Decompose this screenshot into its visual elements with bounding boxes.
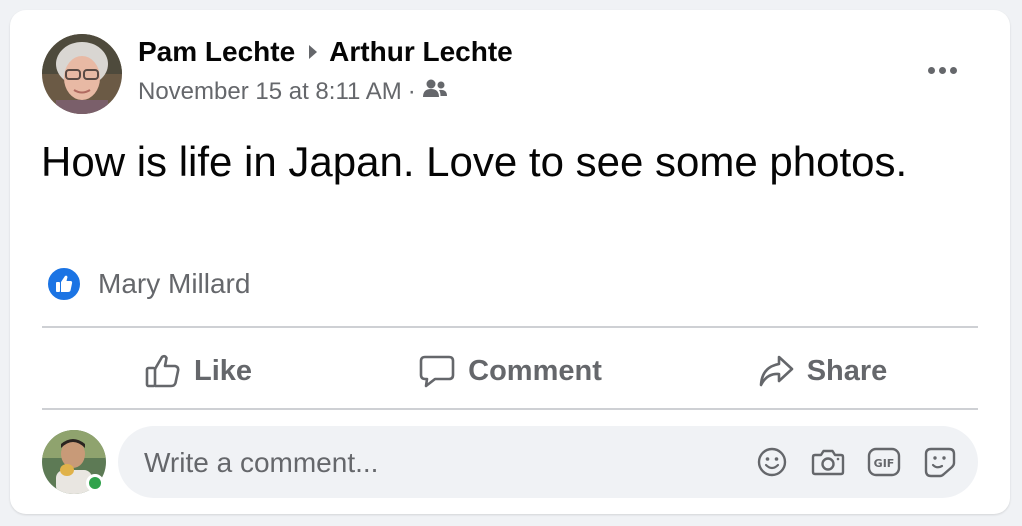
post-header-names: Pam Lechte Arthur Lechte	[138, 36, 513, 68]
divider	[42, 326, 978, 328]
thumbs-up-icon	[145, 354, 180, 388]
comment-composer: GIF	[118, 426, 978, 500]
recipient-name[interactable]: Arthur Lechte	[329, 36, 513, 68]
post-text: How is life in Japan. Love to see some p…	[41, 138, 908, 185]
share-icon	[759, 355, 793, 387]
reactor-names[interactable]: Mary Millard	[98, 268, 250, 300]
author-avatar[interactable]	[42, 34, 122, 114]
meta-separator: ·	[407, 78, 416, 105]
share-button[interactable]: Share	[666, 334, 978, 408]
post-timestamp[interactable]: November 15 at 8:11 AM	[138, 78, 402, 106]
svg-text:GIF: GIF	[874, 457, 895, 470]
dot	[927, 66, 935, 74]
like-label: Like	[193, 354, 253, 387]
dot	[938, 66, 946, 74]
comment-icon	[419, 355, 455, 388]
post-meta: November 15 at 8:11 AM ·	[138, 78, 448, 106]
online-status-indicator	[86, 474, 104, 492]
gif-icon[interactable]: GIF	[866, 444, 902, 480]
dot	[949, 66, 957, 74]
post-card: Pam Lechte Arthur Lechte November 15 at …	[10, 10, 1010, 514]
like-reaction-icon	[46, 266, 82, 302]
comment-button[interactable]: Comment	[354, 334, 666, 408]
comment-input[interactable]	[142, 426, 726, 500]
action-bar: Like Comment Share	[42, 334, 978, 408]
friends-icon[interactable]	[422, 78, 448, 106]
like-button[interactable]: Like	[42, 334, 354, 408]
emoji-icon[interactable]	[754, 444, 790, 480]
sticker-icon[interactable]	[922, 444, 958, 480]
share-label: Share	[806, 354, 888, 387]
author-name[interactable]: Pam Lechte	[138, 36, 295, 68]
arrow-right-icon	[309, 45, 318, 59]
reactions-summary[interactable]: Mary Millard	[46, 266, 250, 302]
more-options-icon[interactable]	[920, 58, 964, 82]
camera-icon[interactable]	[810, 444, 846, 480]
current-user-avatar[interactable]	[42, 430, 106, 494]
comment-label: Comment	[468, 354, 602, 387]
divider	[42, 408, 978, 410]
